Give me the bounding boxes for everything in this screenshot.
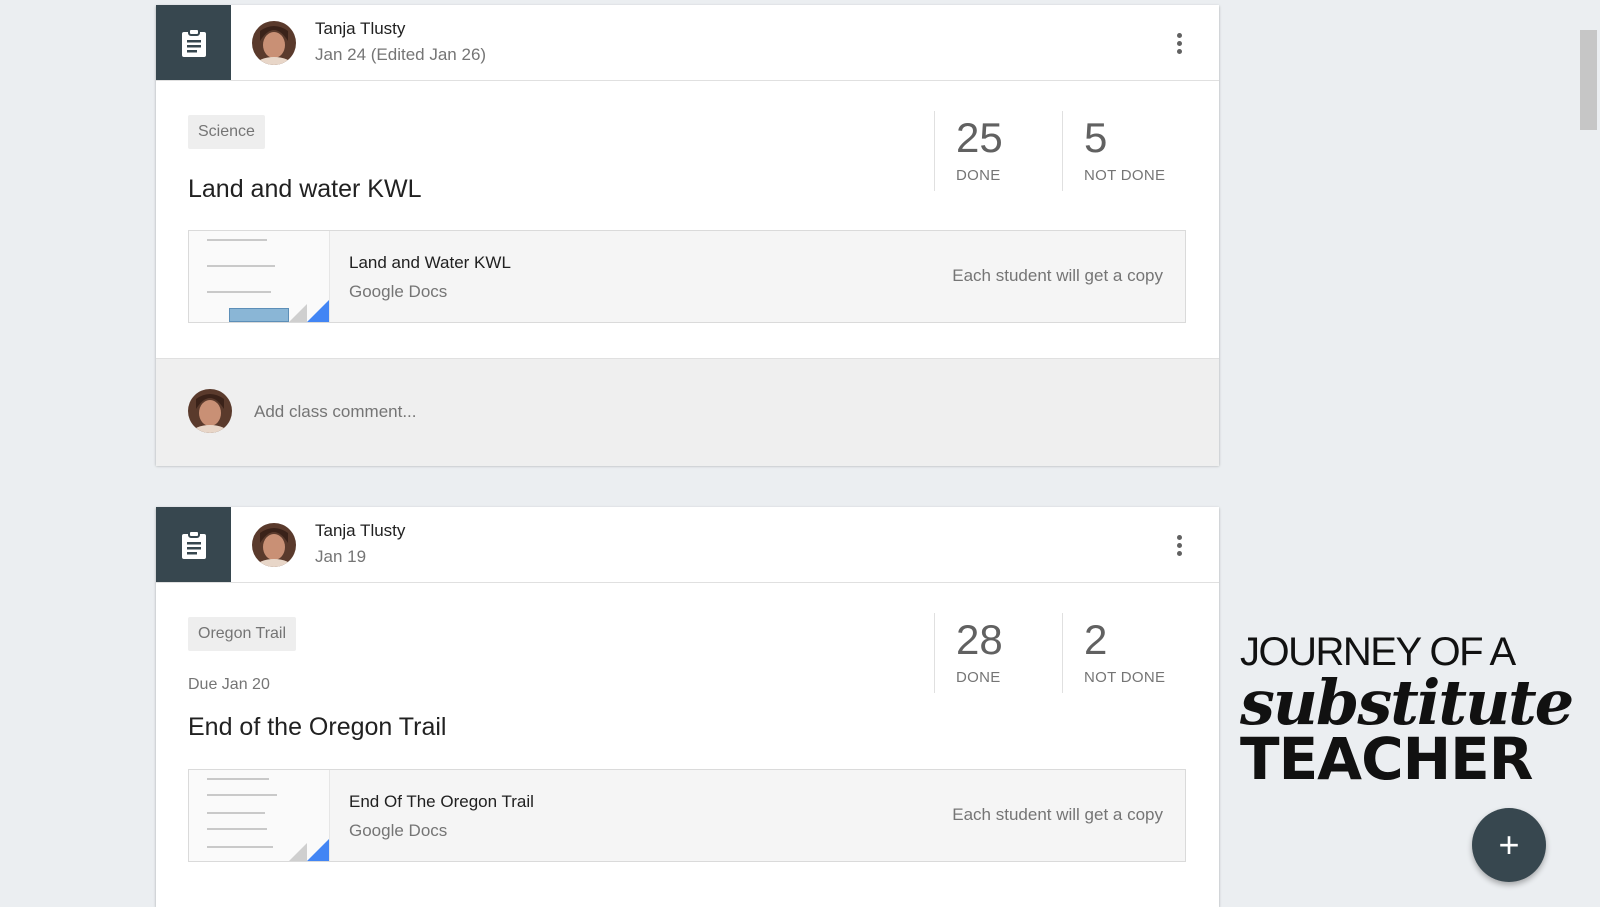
assignment-title[interactable]: End of the Oregon Trail xyxy=(188,713,446,742)
not-done-stat[interactable]: 2 NOT DONE xyxy=(1062,613,1212,693)
avatar[interactable] xyxy=(252,523,296,567)
attachment-type: Google Docs xyxy=(349,282,448,301)
done-label: DONE xyxy=(956,167,1001,184)
attachment-note: Each student will get a copy xyxy=(952,266,1163,285)
scrollbar-thumb[interactable] xyxy=(1580,30,1597,130)
more-vert-icon[interactable] xyxy=(1167,529,1191,561)
attachment-name: End Of The Oregon Trail xyxy=(349,792,534,811)
brand-line-3: TEACHER xyxy=(1240,725,1533,793)
card-header: Tanja Tlusty Jan 19 xyxy=(156,507,1219,583)
not-done-label: NOT DONE xyxy=(1084,669,1166,686)
done-count: 25 xyxy=(956,114,1003,161)
post-date: Jan 24 (Edited Jan 26) xyxy=(315,45,487,64)
topic-chip[interactable]: Oregon Trail xyxy=(188,617,297,651)
attachment-name: Land and Water KWL xyxy=(349,253,511,272)
avatar[interactable] xyxy=(252,21,296,65)
not-done-stat[interactable]: 5 NOT DONE xyxy=(1062,111,1212,191)
avatar xyxy=(188,389,232,433)
topic-chip[interactable]: Science xyxy=(188,115,265,149)
add-button[interactable]: + xyxy=(1472,808,1546,882)
done-stat[interactable]: 28 DONE xyxy=(934,613,1054,693)
comment-bar xyxy=(156,358,1219,466)
attachment-type: Google Docs xyxy=(349,821,448,840)
add-icon: + xyxy=(1498,824,1520,865)
not-done-count: 5 xyxy=(1084,114,1108,161)
assignment-card: Tanja Tlusty Jan 24 (Edited Jan 26) Scie… xyxy=(156,5,1219,466)
brand-watermark: JOURNEY OF A substitute TEACHER xyxy=(1240,632,1574,793)
due-date: Due Jan 20 xyxy=(188,676,270,693)
not-done-label: NOT DONE xyxy=(1084,167,1166,184)
done-count: 28 xyxy=(956,616,1003,663)
assignment-icon xyxy=(156,5,231,80)
doc-thumbnail xyxy=(189,231,330,322)
assignment-icon xyxy=(156,507,231,582)
attachment[interactable]: Land and Water KWL Google Docs Each stud… xyxy=(188,230,1186,323)
attachment-note: Each student will get a copy xyxy=(952,805,1163,824)
card-header: Tanja Tlusty Jan 24 (Edited Jan 26) xyxy=(156,5,1219,81)
author-name: Tanja Tlusty xyxy=(315,19,406,38)
class-comment-input[interactable] xyxy=(252,401,856,423)
assignment-card: Tanja Tlusty Jan 19 Oregon Trail Due Jan… xyxy=(156,507,1219,907)
not-done-count: 2 xyxy=(1084,616,1108,663)
attachment[interactable]: End Of The Oregon Trail Google Docs Each… xyxy=(188,769,1186,862)
done-label: DONE xyxy=(956,669,1001,686)
done-stat[interactable]: 25 DONE xyxy=(934,111,1054,191)
post-date: Jan 19 xyxy=(315,547,367,566)
doc-thumbnail xyxy=(189,770,330,861)
more-vert-icon[interactable] xyxy=(1167,27,1191,59)
assignment-title[interactable]: Land and water KWL xyxy=(188,175,421,204)
author-name: Tanja Tlusty xyxy=(315,521,406,540)
